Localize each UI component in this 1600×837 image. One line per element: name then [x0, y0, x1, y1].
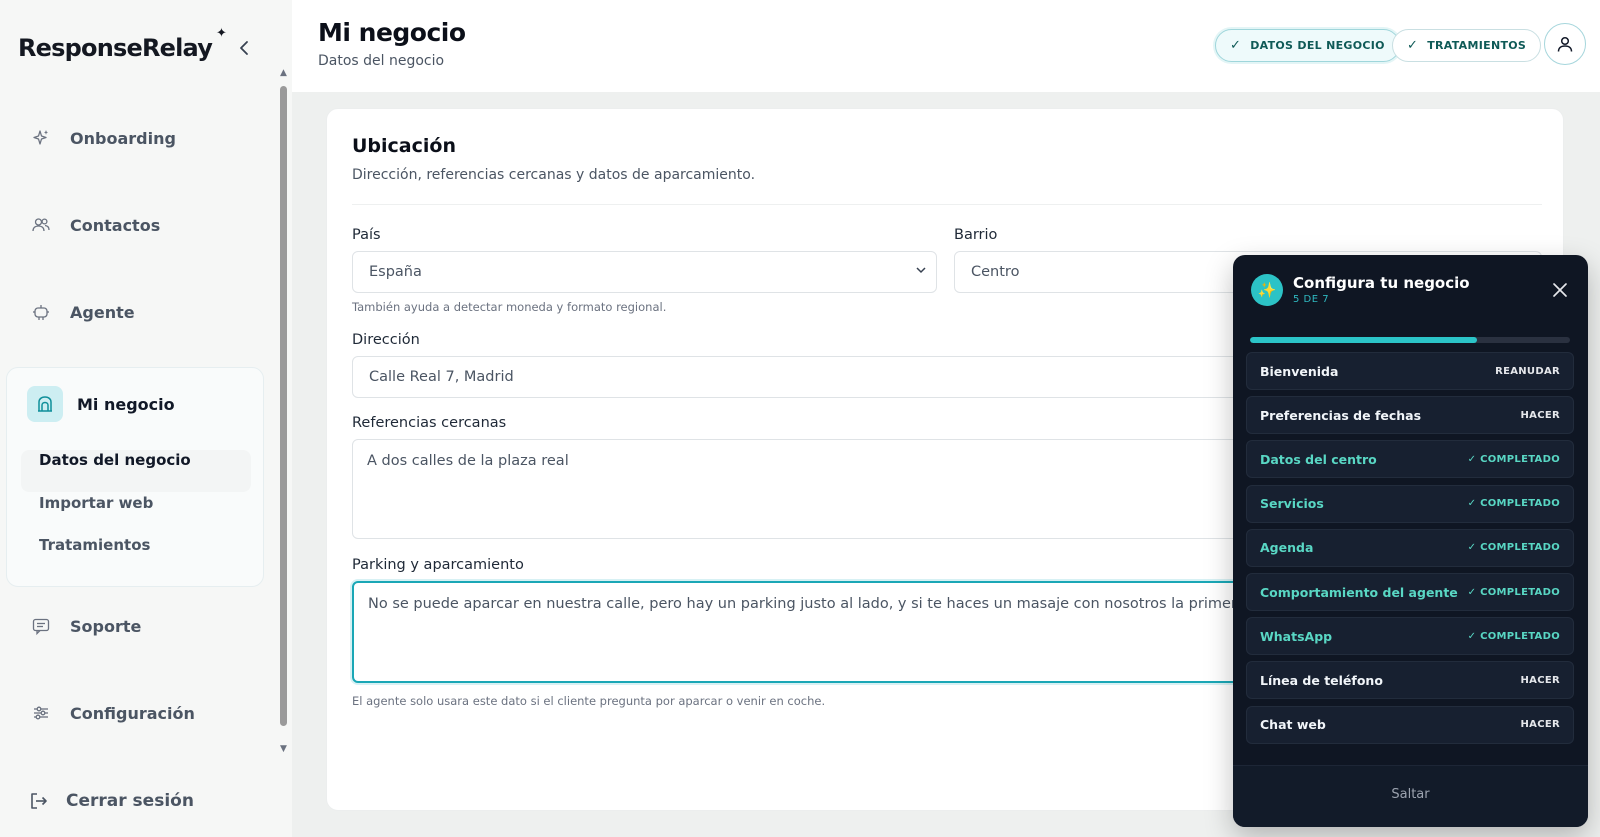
step-status: HACER: [1520, 719, 1560, 731]
logout-icon: [31, 793, 47, 809]
step-name: Datos del centro: [1260, 451, 1377, 467]
app-logo[interactable]: ResponseRelay ✦: [18, 26, 227, 62]
chip-label: DATOS DEL NEGOCIO: [1250, 39, 1385, 52]
sidebar: ResponseRelay ✦ Onboarding Contactos Agen…: [0, 0, 292, 837]
panel-title: Configura tu negocio: [1293, 274, 1470, 292]
users-icon: [26, 215, 56, 235]
step-name: Chat web: [1260, 717, 1326, 733]
chevron-left-icon: [240, 41, 248, 55]
step-name: Servicios: [1260, 496, 1324, 512]
onboarding-step[interactable]: Agenda ✓ COMPLETADO: [1246, 528, 1574, 567]
onboarding-step[interactable]: Chat web HACER: [1246, 705, 1574, 744]
close-icon[interactable]: [1550, 280, 1570, 300]
pais-label: País: [352, 227, 381, 243]
sidebar-item-label: Soporte: [70, 616, 142, 636]
onboarding-step[interactable]: Bienvenida REANUDAR: [1246, 352, 1574, 390]
chip-tratamientos[interactable]: ✓ TRATAMIENTOS: [1392, 29, 1542, 62]
logout-button[interactable]: Cerrar sesión: [28, 790, 194, 812]
onboarding-step[interactable]: Servicios ✓ COMPLETADO: [1246, 484, 1574, 523]
sidebar-item-label: Configuración: [70, 703, 195, 723]
divider: [352, 204, 1542, 205]
step-name: Preferencias de fechas: [1260, 407, 1422, 423]
sidebar-subitem-importar-web[interactable]: Importar web: [39, 494, 153, 512]
referencias-label: Referencias cercanas: [352, 415, 507, 431]
step-status: ✓ COMPLETADO: [1467, 453, 1560, 465]
sidebar-item-configuracion[interactable]: Configuración: [20, 693, 260, 733]
referencias-value: A dos calles de la plaza real: [367, 453, 569, 469]
step-status: ✓ COMPLETADO: [1467, 630, 1560, 642]
page-title: Mi negocio: [318, 18, 466, 47]
progress-bar: [1250, 337, 1570, 343]
onboarding-step[interactable]: Preferencias de fechas HACER: [1246, 396, 1574, 435]
sparkle-icon: [26, 128, 56, 148]
scroll-up-arrow[interactable]: ▲: [280, 68, 287, 78]
chat-icon: [26, 616, 56, 636]
step-status: HACER: [1520, 409, 1560, 421]
progress-fill: [1250, 337, 1478, 343]
sidebar-scrollbar[interactable]: [280, 86, 287, 726]
step-status: ✓ COMPLETADO: [1467, 586, 1560, 598]
user-avatar-button[interactable]: [1544, 23, 1586, 65]
step-status: ✓ COMPLETADO: [1467, 498, 1560, 510]
scroll-down-arrow[interactable]: ▼: [280, 744, 287, 754]
sidebar-group-label: Mi negocio: [77, 394, 175, 414]
chevron-down-icon: [916, 267, 926, 274]
robot-icon: [26, 302, 56, 322]
barrio-label: Barrio: [954, 227, 998, 243]
sidebar-item-label: Agente: [70, 302, 135, 322]
section-title: Ubicación: [352, 135, 456, 157]
sidebar-subitem-datos-del-negocio[interactable]: Datos del negocio: [39, 451, 191, 469]
page-header: Mi negocio Datos del negocio ✓ DATOS DEL…: [292, 0, 1600, 92]
step-name: WhatsApp: [1260, 628, 1333, 644]
step-name: Bienvenida: [1260, 363, 1339, 379]
sidebar-subitem-tratamientos[interactable]: Tratamientos: [39, 536, 150, 554]
skip-button[interactable]: Saltar: [1233, 787, 1588, 802]
sidebar-item-soporte[interactable]: Soporte: [20, 606, 260, 646]
sidebar-item-label: Contactos: [70, 215, 161, 235]
step-name: Línea de teléfono: [1260, 672, 1383, 688]
sidebar-item-label: Onboarding: [70, 128, 176, 148]
parking-hint: El agente solo usara este dato si el cli…: [352, 694, 826, 708]
sidebar-item-agente[interactable]: Agente: [20, 292, 260, 332]
sidebar-item-contactos[interactable]: Contactos: [20, 205, 260, 245]
check-icon: ✓: [1230, 38, 1242, 53]
direccion-value: Calle Real 7, Madrid: [369, 369, 514, 385]
check-icon: ✓: [1407, 38, 1419, 53]
onboarding-step[interactable]: Comportamiento del agente ✓ COMPLETADO: [1246, 573, 1574, 611]
logo-sparkle-icon: ✦: [215, 26, 227, 41]
barrio-value: Centro: [971, 264, 1020, 280]
page-subtitle: Datos del negocio: [318, 53, 445, 69]
sidebar-item-mi-negocio[interactable]: Mi negocio: [27, 386, 175, 422]
panel-footer: Saltar: [1233, 765, 1588, 827]
sparkle-badge-icon: ✨: [1251, 274, 1283, 306]
storefront-icon: [27, 386, 63, 422]
sidebar-item-onboarding[interactable]: Onboarding: [20, 118, 260, 158]
step-name: Agenda: [1260, 540, 1314, 556]
collapse-sidebar-button[interactable]: [232, 36, 256, 60]
section-subtitle: Dirección, referencias cercanas y datos …: [352, 167, 756, 183]
step-status: ✓ COMPLETADO: [1467, 542, 1560, 554]
parking-label: Parking y aparcamiento: [352, 557, 524, 573]
step-name: Comportamiento del agente: [1260, 584, 1458, 600]
chip-datos-del-negocio[interactable]: ✓ DATOS DEL NEGOCIO: [1215, 29, 1400, 62]
parking-value: No se puede aparcar en nuestra calle, pe…: [368, 596, 1351, 612]
onboarding-panel: ✨ Configura tu negocio 5 DE 7 Bienvenida…: [1233, 255, 1588, 827]
logout-label: Cerrar sesión: [66, 791, 194, 811]
sliders-icon: [26, 703, 56, 723]
pais-hint: También ayuda a detectar moneda y format…: [352, 300, 667, 314]
sidebar-group-mi-negocio: Mi negocio Datos del negocio Importar we…: [6, 367, 264, 587]
pais-select[interactable]: España: [352, 251, 937, 293]
chip-label: TRATAMIENTOS: [1427, 39, 1527, 52]
onboarding-step[interactable]: Datos del centro ✓ COMPLETADO: [1246, 440, 1574, 479]
onboarding-step[interactable]: WhatsApp ✓ COMPLETADO: [1246, 617, 1574, 656]
panel-step-count: 5 DE 7: [1293, 294, 1330, 305]
step-status: REANUDAR: [1495, 365, 1560, 377]
onboarding-step[interactable]: Línea de teléfono HACER: [1246, 661, 1574, 700]
logo-text: ResponseRelay: [18, 34, 213, 62]
step-status: HACER: [1520, 674, 1560, 686]
user-icon: [1557, 36, 1573, 52]
pais-value: España: [369, 264, 422, 280]
direccion-label: Dirección: [352, 332, 420, 348]
